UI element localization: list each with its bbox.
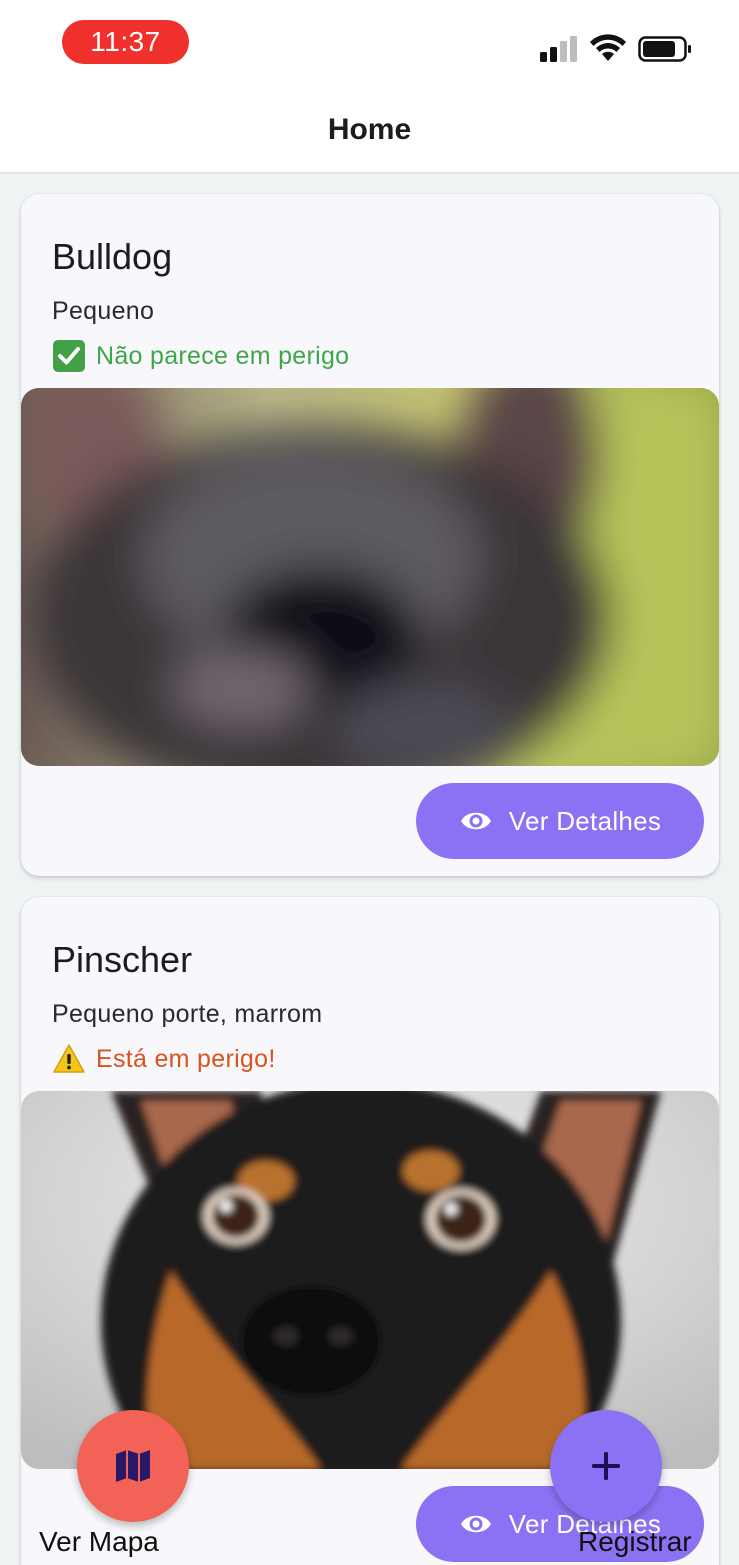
- status-bar: 11:37: [0, 0, 739, 92]
- warning-icon: [53, 1044, 85, 1073]
- view-details-label: Ver Detalhes: [508, 805, 662, 836]
- register-button[interactable]: [550, 1410, 662, 1522]
- register-label: Registrar: [578, 1526, 692, 1557]
- cellular-signal-icon: [540, 36, 577, 62]
- pet-status-text: Não parece em perigo: [96, 341, 350, 370]
- app-bar: Home: [0, 92, 739, 174]
- wifi-icon: [590, 34, 626, 61]
- view-map-label: Ver Mapa: [39, 1526, 159, 1557]
- status-time: 11:37: [62, 20, 189, 64]
- pet-status: Não parece em perigo: [52, 339, 349, 373]
- pet-description: Pequeno porte, marrom: [52, 1000, 323, 1028]
- eye-icon: [460, 812, 491, 830]
- bulldog-photo-image: [21, 388, 719, 766]
- view-map-button[interactable]: [77, 1410, 189, 1522]
- plus-icon: [592, 1452, 620, 1480]
- pet-name: Bulldog: [52, 236, 173, 277]
- pet-status-text: Está em perigo!: [96, 1044, 276, 1073]
- pet-description: Pequeno: [52, 297, 155, 325]
- eye-icon: [460, 1515, 491, 1533]
- map-icon: [116, 1450, 150, 1482]
- page-title: Home: [327, 113, 412, 146]
- pet-card: Bulldog Pequeno Não parece em perigo Ver…: [21, 194, 719, 876]
- check-box-icon: [53, 340, 85, 372]
- pet-name: Pinscher: [52, 939, 193, 980]
- view-details-button[interactable]: Ver Detalhes: [416, 783, 704, 859]
- pet-photo: [21, 388, 719, 766]
- battery-icon: [638, 36, 691, 62]
- pet-status: Está em perigo!: [52, 1042, 276, 1076]
